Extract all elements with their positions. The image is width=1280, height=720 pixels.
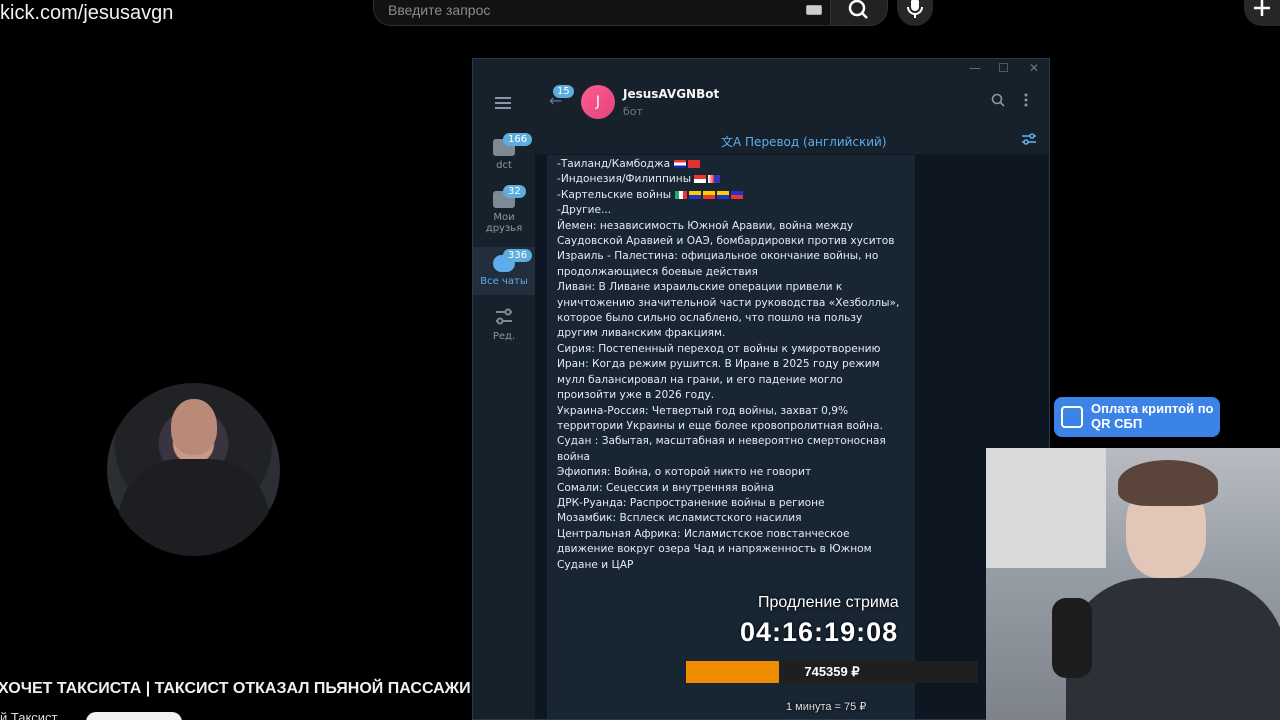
qr-widget-label: Оплата криптой по QR СБП — [1091, 401, 1214, 431]
message-line: Иран: Когда режим рушится. В Иране в 202… — [557, 358, 884, 402]
page-url[interactable]: kick.com/jesusavgn — [0, 0, 173, 26]
webcam-feed — [986, 448, 1280, 720]
chat-subtitle: бот — [623, 105, 643, 118]
back-unread-badge: 15 — [553, 85, 574, 98]
message-line: Сирия: Постепенный переход от войны к ум… — [557, 342, 881, 355]
voice-search-button[interactable] — [897, 0, 933, 26]
mic-icon — [907, 0, 923, 18]
message-line: Эфиопия: Война, о которой никто не говор… — [557, 466, 812, 479]
folders-sidebar: 166 dct 32 Мои друзья 336 Все чаты Ред. — [473, 79, 535, 719]
window-titlebar: — ☐ ✕ — [473, 59, 1049, 79]
message-line: -Картельские войны — [557, 188, 905, 203]
subscribe-button[interactable] — [86, 712, 182, 720]
translate-label: Перевод (английский) — [745, 135, 887, 149]
edit-filters-icon — [496, 308, 512, 325]
streamer-avatar — [107, 383, 280, 556]
folder-label: Ред. — [492, 331, 516, 342]
translate-settings-icon[interactable] — [1021, 132, 1037, 150]
progress-amount: 745359 ₽ — [804, 664, 860, 679]
unread-badge: 336 — [503, 249, 533, 262]
translate-bar: 文A Перевод (английский) — [535, 125, 1049, 155]
close-icon[interactable]: ✕ — [1029, 61, 1039, 75]
translate-button[interactable]: 文A Перевод (английский) — [721, 133, 887, 150]
translate-icon: 文A — [721, 135, 746, 149]
folder-all-chats[interactable]: 336 Все чаты — [473, 247, 535, 295]
prolong-title: Продление стрима — [758, 594, 899, 611]
maximize-icon[interactable]: ☐ — [998, 61, 1009, 75]
message-line: Йемен: независимость Южной Аравии, война… — [557, 219, 895, 248]
minimize-icon[interactable]: — — [969, 61, 981, 75]
unread-badge: 32 — [503, 185, 526, 198]
chat-header: ← 15 J JesusAVGNBot бот — [535, 79, 1049, 125]
folder-label: dct — [496, 160, 512, 171]
donation-progress-bar: 745359 ₽ — [686, 661, 978, 683]
search-input[interactable]: Введите запрос — [373, 0, 830, 26]
chat-title[interactable]: JesusAVGNBot — [623, 87, 719, 101]
search-icon — [848, 0, 868, 19]
chat-avatar[interactable]: J — [581, 85, 615, 119]
qr-payment-widget[interactable]: Оплата криптой по QR СБП — [1054, 397, 1220, 437]
more-vertical-icon[interactable] — [1023, 93, 1029, 111]
plus-icon — [1254, 0, 1270, 16]
microphone — [1052, 598, 1092, 678]
channel-name[interactable]: й Таксист — [0, 710, 58, 720]
unread-badge: 166 — [503, 133, 533, 146]
message-line: ДРК-Руанда: Распространение войны в реги… — [557, 496, 825, 509]
message-line: Центральная Африка: Исламистское повстан… — [557, 527, 875, 571]
search-button[interactable] — [830, 0, 888, 26]
message-line: Израиль - Палестина: официальное окончан… — [557, 250, 882, 278]
search-placeholder: Введите запрос — [388, 2, 491, 18]
message-line: -Таиланд/Камбоджа — [557, 157, 905, 172]
folder-my-friends[interactable]: 32 Мои друзья — [473, 185, 535, 241]
rate-label: 1 минута = 75 ₽ — [786, 701, 867, 713]
message-line: Украина-Россия: Четвертый год войны, зах… — [557, 404, 883, 432]
folder-edit[interactable]: Ред. — [473, 307, 535, 347]
create-button[interactable] — [1244, 0, 1280, 26]
folder-label: Все чаты — [480, 276, 528, 287]
search-icon[interactable] — [991, 93, 1005, 111]
qr-code-icon — [1061, 406, 1083, 428]
message-line: Судан : Забытая, масштабная и невероятно… — [557, 435, 890, 463]
message-line: Сомали: Сецессия и внутренняя война — [557, 481, 774, 494]
message-line: Мозамбик: Всплеск исламистского насилия — [557, 512, 802, 525]
message-line: Ливан: В Ливане израильские операции при… — [557, 281, 903, 340]
message-line: -Другие... — [557, 204, 612, 217]
countdown-timer: 04:16:19:08 — [740, 617, 899, 647]
folder-dct[interactable]: 166 dct — [473, 133, 535, 183]
folder-label: Мои друзья — [485, 212, 523, 234]
keyboard-icon[interactable] — [806, 5, 822, 15]
video-title[interactable]: ХОЧЕТ ТАКСИСТА | ТАКСИСТ ОТКАЗАЛ ПЬЯНОЙ … — [0, 680, 471, 698]
message-line: -Индонезия/Филиппины — [557, 172, 905, 187]
menu-icon[interactable] — [495, 97, 511, 109]
